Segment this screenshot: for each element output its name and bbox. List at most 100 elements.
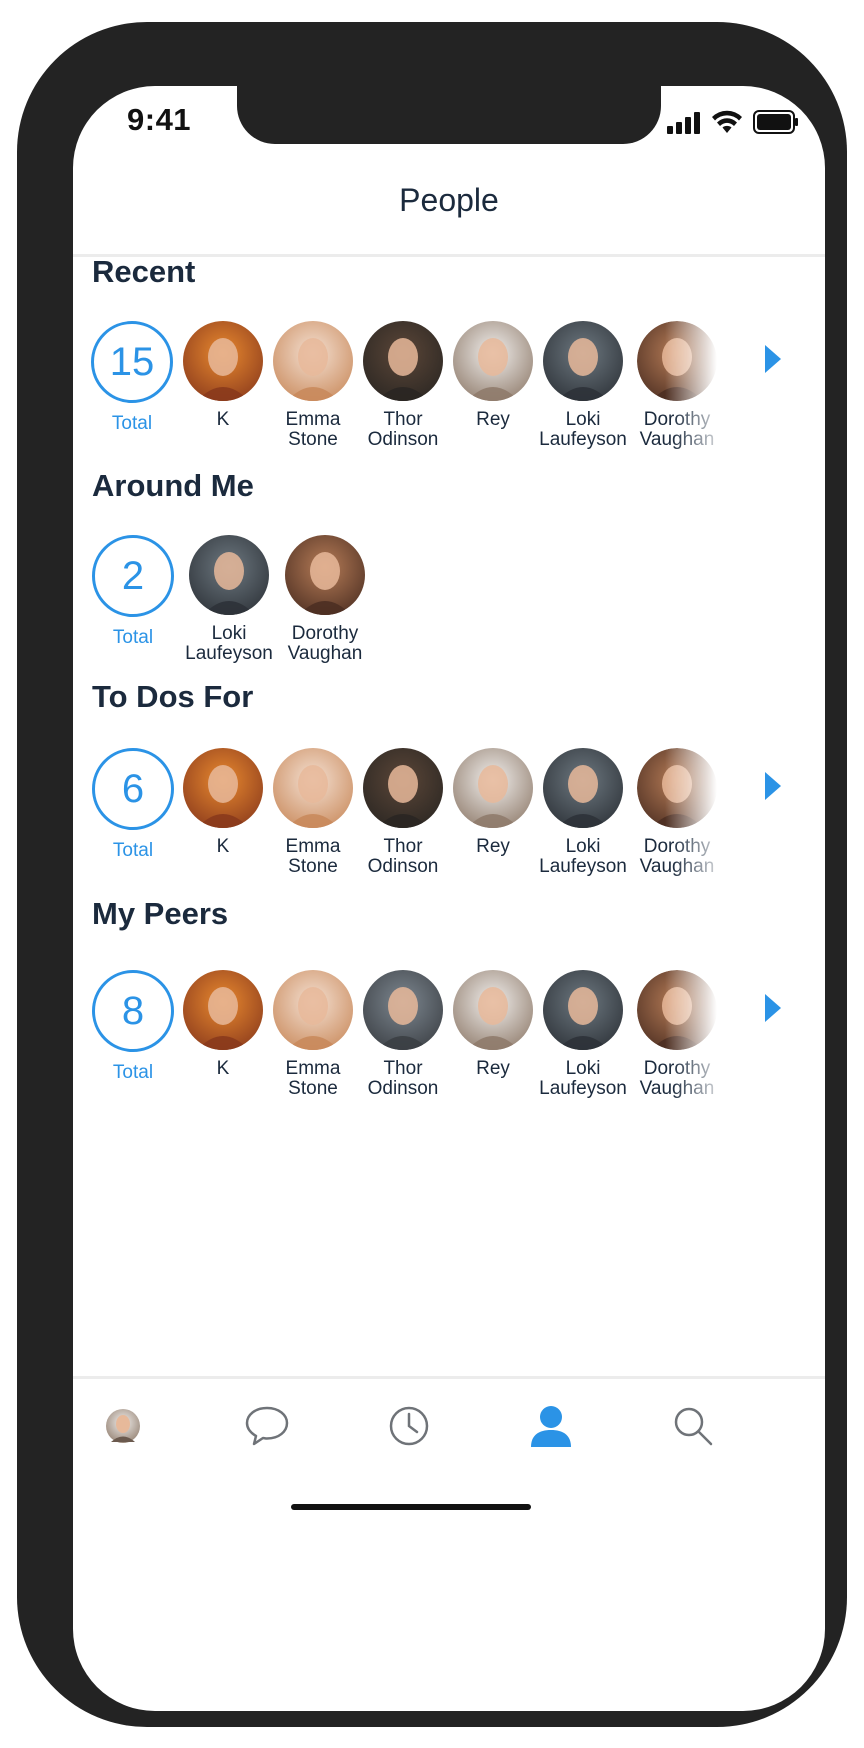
avatar: [453, 321, 533, 401]
wifi-icon: [712, 110, 742, 133]
person-item[interactable]: Dorothy Vaughan: [625, 748, 729, 877]
total-label: Total: [112, 1062, 154, 1083]
person-name: K: [216, 409, 230, 430]
person-icon: [529, 1405, 573, 1447]
total-count-badge[interactable]: 8: [92, 970, 174, 1052]
person-name: Thor Odinson: [367, 409, 439, 450]
section-title: To Dos For: [92, 679, 254, 714]
avatar: [363, 970, 443, 1050]
person-name: Dorothy Vaughan: [639, 836, 715, 877]
total-count-badge[interactable]: 6: [92, 748, 174, 830]
avatar: [637, 748, 717, 828]
person-item[interactable]: Thor Odinson: [351, 748, 455, 877]
person-item[interactable]: Rey: [441, 748, 545, 857]
person-item[interactable]: K: [171, 970, 275, 1079]
person-item[interactable]: K: [171, 321, 275, 430]
person-item[interactable]: Loki Laufeyson: [177, 535, 281, 664]
avatar: [183, 970, 263, 1050]
chat-bubble-icon: [244, 1405, 290, 1447]
search-icon: [672, 1405, 714, 1447]
avatar: [363, 748, 443, 828]
person-item[interactable]: Loki Laufeyson: [531, 748, 635, 877]
scroll-right-arrow-icon[interactable]: [765, 994, 781, 1022]
phone-frame: 9:41 People Recent 15 Total K Emma Stone Thor O…: [17, 22, 847, 1727]
people-row: 6 Total K Emma Stone Thor Odinson Rey Loki Laufey…: [73, 748, 825, 888]
person-item[interactable]: K: [171, 748, 275, 857]
avatar: [183, 321, 263, 401]
avatar: [273, 321, 353, 401]
tab-search[interactable]: [663, 1396, 723, 1456]
page-title: People: [399, 182, 499, 218]
avatar: [543, 748, 623, 828]
clock-icon: [388, 1405, 430, 1447]
tab-bar-divider: [73, 1376, 825, 1379]
avatar-icon: [106, 1409, 140, 1443]
home-indicator: [291, 1504, 531, 1510]
tab-messages[interactable]: [237, 1396, 297, 1456]
avatar: [637, 970, 717, 1050]
people-row: 2 Total Loki Laufeyson Dorothy Vaughan: [73, 535, 825, 675]
section-title: Around Me: [92, 468, 254, 503]
avatar: [453, 748, 533, 828]
person-name: K: [216, 1058, 230, 1079]
total-label: Total: [112, 840, 154, 861]
person-name: Loki Laufeyson: [539, 836, 627, 877]
avatar: [273, 970, 353, 1050]
person-name: K: [216, 836, 230, 857]
total-label: Total: [112, 627, 154, 648]
person-item[interactable]: Rey: [441, 970, 545, 1079]
person-item[interactable]: Loki Laufeyson: [531, 321, 635, 450]
person-name: Thor Odinson: [367, 1058, 439, 1099]
person-name: Emma Stone: [285, 409, 341, 450]
tab-profile-avatar[interactable]: [93, 1396, 153, 1456]
total-label: Total: [111, 413, 153, 434]
person-item[interactable]: Dorothy Vaughan: [625, 970, 729, 1099]
person-item[interactable]: Thor Odinson: [351, 970, 455, 1099]
total-count-badge[interactable]: 15: [91, 321, 173, 403]
avatar: [363, 321, 443, 401]
person-name: Loki Laufeyson: [185, 623, 273, 664]
person-item[interactable]: Emma Stone: [261, 321, 365, 450]
person-name: Dorothy Vaughan: [639, 1058, 715, 1099]
person-name: Emma Stone: [285, 836, 341, 877]
avatar: [543, 321, 623, 401]
people-row: 15 Total K Emma Stone Thor Odinson Rey Loki Laufe…: [73, 321, 825, 461]
people-row: 8 Total K Emma Stone Thor Odinson Rey Loki Laufey…: [73, 970, 825, 1110]
person-item[interactable]: Dorothy Vaughan: [625, 321, 729, 450]
person-item[interactable]: Emma Stone: [261, 970, 365, 1099]
person-name: Emma Stone: [285, 1058, 341, 1099]
person-name: Loki Laufeyson: [539, 1058, 627, 1099]
person-name: Dorothy Vaughan: [639, 409, 715, 450]
avatar: [273, 748, 353, 828]
avatar: [543, 970, 623, 1050]
scroll-right-arrow-icon[interactable]: [765, 772, 781, 800]
tab-people[interactable]: [521, 1396, 581, 1456]
person-item[interactable]: Rey: [441, 321, 545, 430]
notch: [237, 86, 661, 144]
person-item[interactable]: Emma Stone: [261, 748, 365, 877]
person-name: Rey: [476, 836, 510, 857]
status-icons: [667, 110, 799, 134]
avatar: [453, 970, 533, 1050]
person-item[interactable]: Thor Odinson: [351, 321, 455, 450]
app-screen: 9:41 People Recent 15 Total K Emma Stone Thor O…: [73, 86, 825, 1711]
scroll-right-arrow-icon[interactable]: [765, 345, 781, 373]
total-count-badge[interactable]: 2: [92, 535, 174, 617]
section-title: Recent: [92, 254, 196, 289]
section-title: My Peers: [92, 896, 229, 931]
person-name: Thor Odinson: [367, 836, 439, 877]
avatar: [189, 535, 269, 615]
avatar: [285, 535, 365, 615]
tab-history[interactable]: [379, 1396, 439, 1456]
avatar: [183, 748, 263, 828]
person-name: Rey: [476, 1058, 510, 1079]
person-item[interactable]: Loki Laufeyson: [531, 970, 635, 1099]
person-name: Rey: [476, 409, 510, 430]
battery-icon: [753, 110, 798, 134]
person-name: Loki Laufeyson: [539, 409, 627, 450]
person-item[interactable]: Dorothy Vaughan: [273, 535, 377, 664]
person-name: Dorothy Vaughan: [287, 623, 363, 664]
status-time: 9:41: [127, 102, 192, 137]
signal-icon: [667, 112, 700, 134]
avatar: [637, 321, 717, 401]
